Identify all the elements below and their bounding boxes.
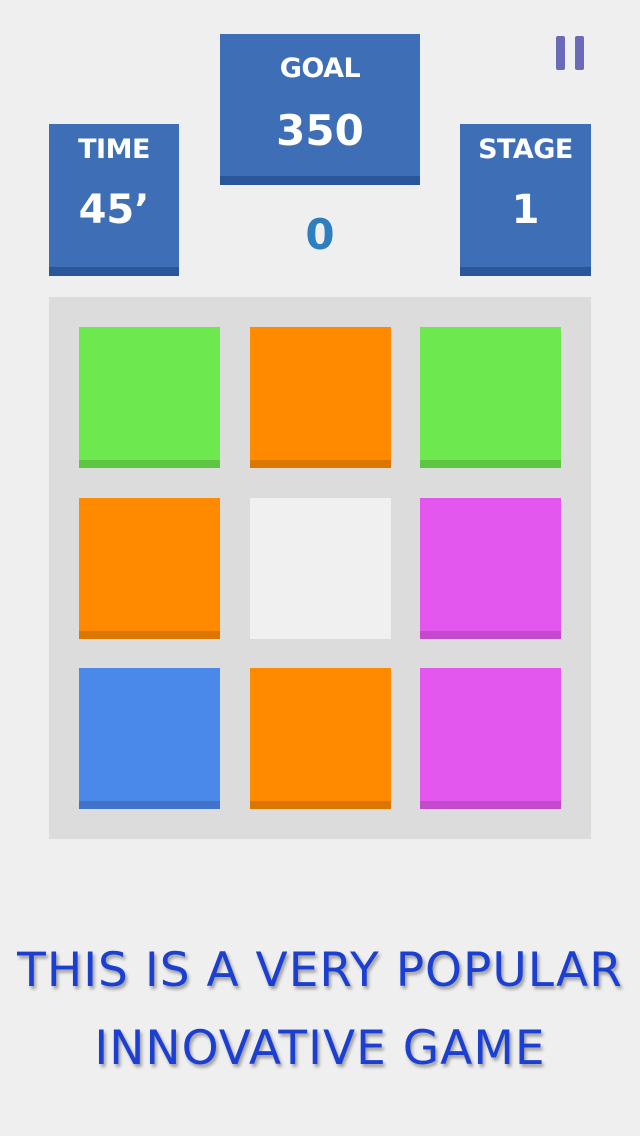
promo-line-1: THIS IS A VERY POPULAR: [17, 943, 623, 998]
goal-panel: GOAL 350: [220, 34, 420, 185]
tile-orange[interactable]: [79, 498, 220, 639]
pause-button[interactable]: [550, 34, 594, 74]
stage-panel: STAGE 1: [460, 124, 591, 276]
goal-label: GOAL: [279, 53, 361, 84]
promo-caption: THIS IS A VERY POPULAR INNOVATIVE GAME: [0, 932, 640, 1088]
tile-green[interactable]: [79, 327, 220, 468]
tile-green[interactable]: [420, 327, 561, 468]
tile-blue[interactable]: [79, 668, 220, 809]
time-panel: TIME 45’: [49, 124, 179, 276]
score-counter: 0: [305, 210, 335, 259]
tile-orange[interactable]: [250, 668, 391, 809]
game-board: [49, 297, 591, 839]
tile-orange[interactable]: [250, 327, 391, 468]
tile-purple[interactable]: [420, 498, 561, 639]
stage-value: 1: [511, 187, 540, 233]
time-value: 45’: [78, 187, 150, 233]
time-label: TIME: [78, 134, 150, 165]
promo-line-2: INNOVATIVE GAME: [94, 1021, 546, 1076]
tile-empty[interactable]: [250, 498, 391, 639]
stage-label: STAGE: [478, 134, 573, 165]
goal-value: 350: [276, 106, 364, 155]
tile-purple[interactable]: [420, 668, 561, 809]
